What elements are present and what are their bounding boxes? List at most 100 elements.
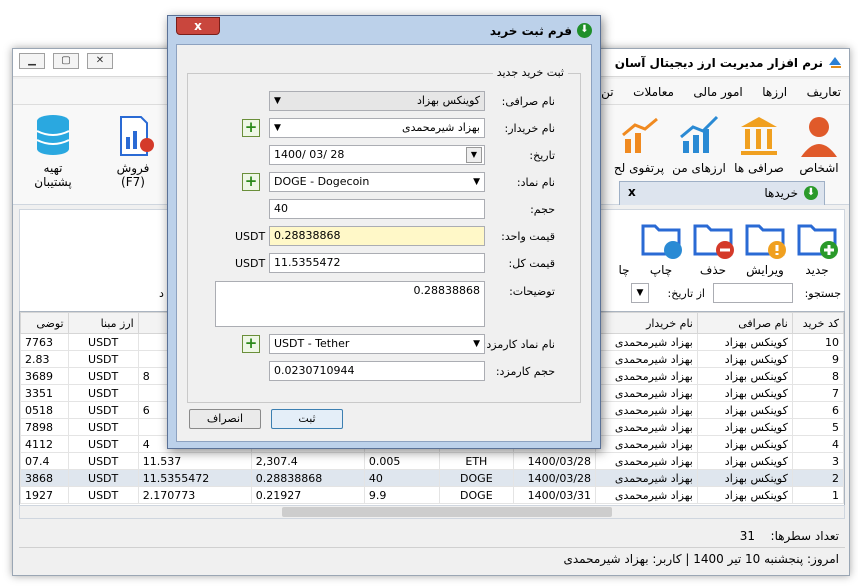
tab-close-icon[interactable]: x — [628, 185, 636, 199]
ribbon-exchanges-button[interactable]: صرافی ها — [729, 113, 789, 175]
coin-select[interactable]: DOGE - Dogecoin ▼ — [269, 172, 485, 192]
ribbon-exchanges-label: صرافی ها — [734, 161, 784, 175]
table-row[interactable]: 3 کوینکس بهزاد بهزاد شیرمحمدی 1400/03/28 ETH… — [20, 452, 844, 470]
cell-exchange: کوینکس بهزاد — [696, 367, 793, 385]
col-desc[interactable]: توضی — [20, 312, 69, 334]
close-window-button[interactable]: ✕ — [87, 53, 113, 69]
chart-growth-icon — [680, 115, 719, 153]
cancel-button[interactable]: انصراف — [189, 409, 261, 429]
total-price-currency: USDT — [235, 257, 266, 270]
cell-buyer: بهزاد شیرمحمدی — [595, 418, 698, 436]
unit-price-input[interactable]: 0.28838868 — [269, 226, 485, 246]
volume-input[interactable]: 40 — [269, 199, 485, 219]
add-buyer-button[interactable]: + — [242, 119, 260, 137]
dialog-title: فرم ثبت خرید — [489, 24, 572, 38]
cell-desc: 3868 — [20, 469, 69, 487]
cell-buyer: بهزاد شیرمحمدی — [595, 384, 698, 402]
dialog-close-button[interactable]: x — [176, 17, 220, 35]
menu-item-finance[interactable]: امور مالی — [685, 79, 750, 99]
delete-button[interactable]: حذف — [688, 216, 738, 277]
cell-date: 1400/03/28 — [513, 452, 597, 470]
ribbon-mycoins-button[interactable]: ارزهای من — [669, 113, 729, 175]
menu-item-trades[interactable]: معاملات — [625, 79, 682, 99]
maximize-button[interactable]: ▢ — [53, 53, 79, 69]
print2-button[interactable]: چا — [614, 216, 634, 277]
ribbon-backup-button[interactable]: تهیه پشتیبان — [23, 113, 83, 189]
search-input[interactable] — [713, 283, 793, 303]
description-textarea[interactable]: 0.28838868 — [215, 281, 485, 327]
cell-desc: 7763 — [20, 333, 69, 351]
cell-date: 1400/03/31 — [513, 486, 597, 504]
cell-vol: 9.9 — [363, 486, 440, 504]
purchase-dialog: ⬇ فرم ثبت خرید x ثبت خرید جدید نام صرافی… — [167, 15, 601, 449]
cell-base: USDT — [67, 333, 139, 351]
row-count-label: تعداد سطرها: — [770, 529, 839, 543]
cell-id: 4 — [791, 435, 844, 453]
total-price-label: قیمت کل: — [508, 257, 555, 270]
folder-print-icon — [641, 224, 682, 259]
ribbon-persons-button[interactable]: اشخاص — [789, 113, 849, 175]
cell-exchange: کوینکس بهزاد — [696, 350, 793, 368]
cell-unit: 0.21927 — [250, 486, 365, 504]
print2-label: چا — [618, 263, 630, 277]
table-row[interactable]: 2 کوینکس بهزاد بهزاد شیرمحمدی 1400/03/28 DOG… — [20, 469, 844, 487]
date-filter-dropdown[interactable]: ▼ — [631, 283, 649, 303]
new-label: جدید — [805, 263, 829, 277]
dialog-body: ثبت خرید جدید نام صرافی: کوینکس بهزاد ▼ … — [176, 44, 592, 442]
chevron-down-icon: ▼ — [473, 339, 480, 349]
ribbon-sell-button[interactable]: فروش (F7) — [103, 113, 163, 189]
table-row[interactable]: 1 کوینکس بهزاد بهزاد شیرمحمدی 1400/03/31 DOG… — [20, 486, 844, 504]
filter-label-partial: د — [159, 287, 164, 300]
date-picker[interactable]: 1400/ 03/ 28 ▼ — [269, 145, 485, 165]
cell-buyer: بهزاد شیرمحمدی — [595, 350, 698, 368]
col-buyer[interactable]: نام خریدار — [595, 312, 698, 334]
exchange-value: کوینکس بهزاد — [416, 94, 480, 107]
buyer-select[interactable]: بهزاد شیرمحمدی ▼ — [269, 118, 485, 138]
cell-id: 1 — [791, 486, 844, 504]
submit-button[interactable]: ثبت — [271, 409, 343, 429]
fee-coin-select[interactable]: USDT - Tether ▼ — [269, 334, 485, 354]
menu-item-currencies[interactable]: ارزها — [754, 79, 795, 99]
folder-icon — [614, 216, 634, 260]
cell-exchange: کوینکس بهزاد — [696, 452, 793, 470]
cell-base: USDT — [67, 486, 139, 504]
edit-label: ویرایش — [746, 263, 784, 277]
add-coin-button[interactable]: + — [242, 173, 260, 191]
fee-coin-label: نام نماد کارمزد: — [482, 338, 555, 351]
horizontal-scrollbar[interactable] — [19, 505, 845, 519]
cell-total: 11.5355472 — [137, 469, 252, 487]
tab-purchases-label: خریدها — [764, 186, 798, 200]
ribbon-portfolio-button[interactable]: پرتفوی لح — [609, 113, 669, 175]
total-price-input[interactable]: 11.5355472 — [269, 253, 485, 273]
cell-buyer: بهزاد شیرمحمدی — [595, 452, 698, 470]
cell-coin: DOGE — [438, 469, 515, 487]
edit-button[interactable]: ویرایش — [740, 216, 790, 277]
new-button[interactable]: جدید — [792, 216, 842, 277]
arrow-down-icon: ⬇ — [577, 23, 592, 38]
print-button[interactable]: چاپ — [636, 216, 686, 277]
cell-total: 2.170773 — [137, 486, 252, 504]
cell-base: USDT — [67, 350, 139, 368]
exchange-select[interactable]: کوینکس بهزاد ▼ — [269, 91, 485, 111]
col-exchange[interactable]: نام صرافی — [696, 312, 793, 334]
tab-purchases[interactable]: ⬇ خریدها x — [619, 181, 825, 205]
person-icon — [801, 117, 837, 157]
cell-desc: 1927 — [20, 486, 69, 504]
status-bar: امروز: پنجشنبه 10 تیر 1400 | کاربر: بهزا… — [19, 547, 845, 569]
cell-buyer: بهزاد شیرمحمدی — [595, 333, 698, 351]
cell-desc: 3351 — [20, 384, 69, 402]
col-id[interactable]: کد خرید — [791, 312, 844, 334]
chevron-down-icon: ▼ — [274, 123, 281, 133]
cell-buyer: بهزاد شیرمحمدی — [595, 401, 698, 419]
calendar-dropdown-icon[interactable]: ▼ — [466, 147, 482, 163]
col-base[interactable]: ارز مبنا — [67, 312, 139, 334]
minimize-button[interactable]: ▁ — [19, 53, 45, 69]
menu-item-definitions[interactable]: تعاریف — [799, 79, 849, 99]
add-fee-coin-button[interactable]: + — [242, 335, 260, 353]
fee-volume-label: حجم کارمزد: — [495, 365, 555, 378]
exchange-label: نام صرافی: — [501, 95, 555, 108]
search-label: جستجو: — [804, 287, 841, 300]
fee-volume-input[interactable]: 0.0230710944 — [269, 361, 485, 381]
scroll-thumb[interactable] — [282, 507, 612, 517]
ribbon-mycoins-label: ارزهای من — [672, 161, 726, 175]
